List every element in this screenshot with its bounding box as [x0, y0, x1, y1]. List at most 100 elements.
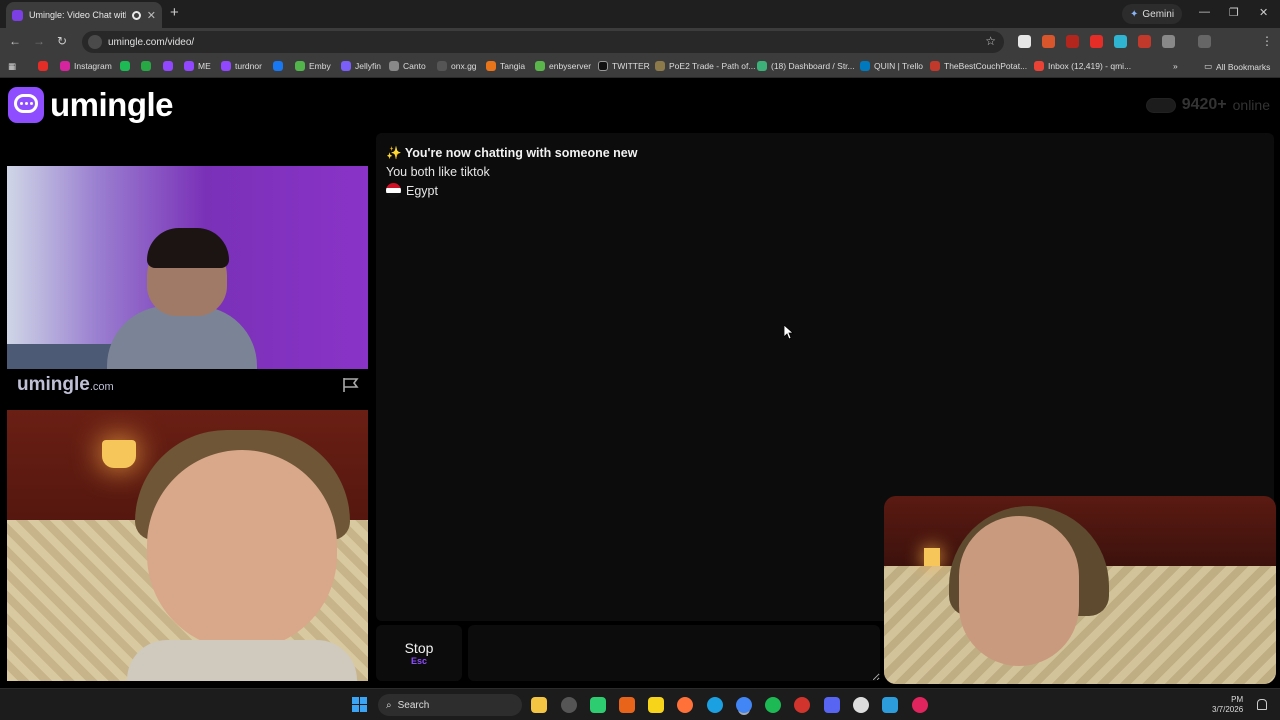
search-icon: ⌕	[386, 699, 392, 711]
opera-icon[interactable]	[794, 697, 810, 713]
forward-button[interactable]: →	[33, 34, 45, 48]
extension-k-icon[interactable]	[1018, 35, 1031, 48]
report-flag-icon[interactable]	[342, 377, 360, 393]
taskbar-search[interactable]: ⌕ Search	[378, 694, 522, 716]
stop-label: Stop	[404, 640, 434, 656]
logo-text: umingle	[50, 86, 174, 123]
spotify-icon[interactable]	[765, 697, 781, 713]
bookmark-tangia[interactable]: Tangia	[486, 61, 525, 71]
bookmark-link[interactable]	[141, 61, 151, 71]
clock-app-icon[interactable]	[561, 697, 577, 713]
bookmark-poe2-trade[interactable]: PoE2 Trade - Path of...	[655, 61, 755, 71]
bookmark-facebook[interactable]	[273, 61, 283, 71]
bookmark-me[interactable]: ME	[184, 61, 211, 71]
bookmark-emby[interactable]: Emby	[295, 61, 331, 71]
gemini-button[interactable]: ✦ Gemini	[1122, 4, 1183, 24]
play-app-icon[interactable]	[590, 697, 606, 713]
clock-time: PM	[1231, 695, 1244, 704]
folder-icon: ▭	[1204, 61, 1213, 71]
online-label: online	[1232, 97, 1270, 113]
self-preview-video	[884, 496, 1276, 684]
bookmark-dashboard[interactable]: (18) Dashboard / Str...	[757, 61, 855, 71]
side-panel-icon[interactable]	[1198, 35, 1211, 48]
windows-taskbar: ⌕ Search PM 3/7/2026	[0, 688, 1280, 720]
firefox-icon[interactable]	[677, 697, 693, 713]
extension-tp-icon[interactable]	[1138, 35, 1151, 48]
browser-tab-strip: Umingle: Video Chat with S ✕ + ✦ Gemini …	[0, 0, 1280, 28]
obs-icon[interactable]	[912, 697, 928, 713]
bookmark-star-icon[interactable]: ☆	[985, 34, 996, 48]
search-placeholder: Search	[397, 699, 430, 711]
umingle-favicon-icon	[12, 9, 23, 21]
notepad-icon[interactable]	[882, 697, 898, 713]
system-clock[interactable]: PM 3/7/2026	[1212, 695, 1243, 715]
chat-intro-text: You're now chatting with someone new	[404, 146, 638, 160]
address-bar[interactable]: umingle.com/video/ ☆	[82, 31, 1004, 53]
sparkles-icon: ✨	[386, 146, 402, 160]
stranger-watermark: umingle.com	[17, 374, 114, 396]
recording-icon	[131, 10, 141, 20]
discord-icon[interactable]	[824, 697, 840, 713]
minimize-window-button[interactable]: —	[1199, 6, 1210, 18]
bookmark-enbyserver[interactable]: enbyserver	[535, 61, 591, 71]
country-name: Egypt	[406, 183, 438, 198]
stop-key-hint: Esc	[410, 656, 427, 666]
bookmarks-overflow-icon[interactable]: »	[1173, 61, 1178, 71]
chat-status-message: ✨ You're now chatting with someone new	[386, 146, 637, 161]
extension-youtube-icon[interactable]	[1090, 35, 1103, 48]
new-tab-button[interactable]: +	[170, 4, 179, 21]
extension-fox-icon[interactable]	[1042, 35, 1055, 48]
country-message: Egypt	[386, 183, 438, 198]
bookmark-turdnor[interactable]: turdnor	[221, 61, 262, 71]
game-app-icon[interactable]	[619, 697, 635, 713]
bookmark-gmail-inbox[interactable]: Inbox (12,419) - qmi...	[1034, 61, 1131, 71]
browser-tab-umingle[interactable]: Umingle: Video Chat with S ✕	[6, 2, 162, 28]
lamp-decor	[102, 440, 136, 468]
bookmark-jellyfin[interactable]: Jellyfin	[341, 61, 381, 71]
bookmark-instagram[interactable]: Instagram	[60, 61, 112, 71]
chrome-icon[interactable]	[736, 697, 752, 713]
bookmark-trello[interactable]: QUIN | Trello	[860, 61, 923, 71]
stop-button[interactable]: Stop Esc	[376, 625, 462, 681]
bookmark-twitch[interactable]	[163, 61, 173, 71]
bookmark-couchpotato[interactable]: TheBestCouchPotat...	[930, 61, 1027, 71]
theme-toggle[interactable]	[1145, 97, 1176, 113]
bookmark-canto[interactable]: Canto	[389, 61, 426, 71]
online-count: 9420+	[1181, 96, 1227, 113]
tab-title: Umingle: Video Chat with S	[29, 10, 126, 20]
bookmark-spotify[interactable]	[120, 61, 130, 71]
edge-icon[interactable]	[707, 697, 723, 713]
bookmarks-bar: ▦ Instagram ME turdnor Emby Jellyfin Can…	[0, 56, 1280, 78]
sticky-notes-icon[interactable]	[648, 697, 664, 713]
egypt-flag-icon	[386, 183, 401, 198]
apps-grid-icon[interactable]: ▦	[8, 61, 16, 72]
bookmark-twitter[interactable]: TWITTER	[598, 61, 650, 71]
windows-start-icon[interactable]	[352, 697, 368, 713]
self-video	[7, 410, 368, 681]
extensions-puzzle-icon[interactable]	[1162, 35, 1175, 48]
reload-button[interactable]: ↻	[57, 34, 67, 48]
file-explorer-icon[interactable]	[531, 697, 547, 713]
notification-bell-icon[interactable]	[1257, 699, 1267, 710]
message-input[interactable]	[468, 625, 880, 681]
browser-menu-icon[interactable]: ⋮	[1261, 34, 1273, 48]
steam-icon[interactable]	[853, 697, 869, 713]
umingle-logo[interactable]: umingle	[8, 86, 174, 124]
watermark-tld: .com	[89, 381, 114, 393]
all-bookmarks-folder[interactable]: ▭ All Bookmarks	[1204, 61, 1270, 72]
browser-toolbar: ← → ↻ umingle.com/video/ ☆ N ⋮	[0, 28, 1280, 78]
close-tab-icon[interactable]: ✕	[147, 9, 156, 22]
site-info-icon[interactable]	[88, 35, 102, 49]
bookmark-onx[interactable]: onx.gg	[437, 61, 477, 71]
mouse-cursor-icon	[784, 325, 794, 339]
stranger-video	[7, 166, 368, 369]
back-button[interactable]: ←	[9, 34, 21, 48]
address-url: umingle.com/video/	[108, 36, 195, 48]
common-interest-message: You both like tiktok	[386, 165, 490, 179]
extension-record-icon[interactable]	[1066, 35, 1079, 48]
bookmark-youtube[interactable]	[38, 61, 48, 71]
gemini-sparkle-icon: ✦	[1130, 8, 1139, 20]
extension-translate-icon[interactable]	[1114, 35, 1127, 48]
close-window-button[interactable]: ✕	[1259, 6, 1268, 19]
restore-window-button[interactable]: ❐	[1229, 6, 1239, 19]
